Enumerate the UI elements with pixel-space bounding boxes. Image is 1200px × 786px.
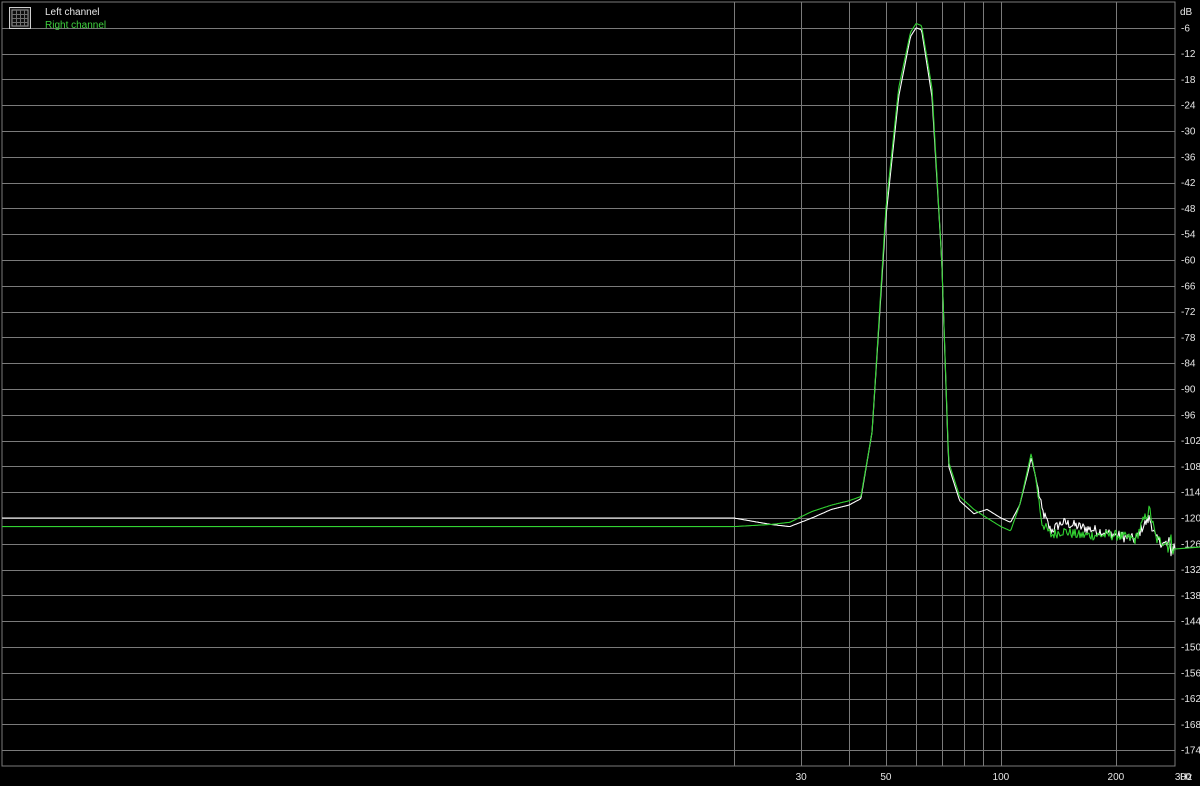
y-tick-label: -150: [1181, 643, 1200, 654]
x-tick-label: 50: [880, 772, 892, 783]
y-tick-label: -102: [1181, 436, 1200, 447]
y-tick-label: -132: [1181, 565, 1200, 576]
x-tick-label: 200: [1108, 772, 1125, 783]
y-tick-label: -168: [1181, 720, 1200, 731]
y-tick-label: -84: [1181, 359, 1196, 370]
y-tick-label: -72: [1181, 307, 1196, 318]
y-tick-label: -144: [1181, 617, 1200, 628]
y-tick-label: -60: [1181, 256, 1196, 267]
legend: Left channel Right channel: [9, 7, 129, 33]
plot-frame: [1, 1, 1176, 767]
legend-left-channel: Left channel: [45, 7, 100, 18]
y-tick-label: -12: [1181, 49, 1196, 60]
legend-right-channel: Right channel: [45, 20, 107, 31]
x-tick-label: 100: [993, 772, 1010, 783]
y-tick-label: -162: [1181, 694, 1200, 705]
spectrum-chart: -6 -12 -18 -24 -30 -36 -42 -48 -54 -60 -66 -72 -78 -8…: [0, 0, 1200, 786]
y-tick-label: -114: [1181, 488, 1200, 499]
graph-icon[interactable]: [9, 7, 31, 29]
y-tick-label: -90: [1181, 385, 1196, 396]
y-tick-label: -78: [1181, 333, 1196, 344]
y-tick-label: -120: [1181, 514, 1200, 525]
y-tick-label: -174: [1181, 746, 1200, 757]
y-tick-label: -66: [1181, 281, 1196, 292]
y-tick-label: -156: [1181, 668, 1200, 679]
y-tick-label: -30: [1181, 127, 1196, 138]
y-tick-label: -36: [1181, 152, 1196, 163]
x-tick-label: 30: [796, 772, 808, 783]
x-unit-label: Hz: [1180, 772, 1193, 783]
y-tick-label: -24: [1181, 101, 1196, 112]
y-tick-label: -54: [1181, 230, 1196, 241]
y-tick-label: -96: [1181, 410, 1196, 421]
y-tick-label: -138: [1181, 591, 1200, 602]
y-unit-label: dB: [1180, 7, 1193, 18]
y-tick-label: -108: [1181, 462, 1200, 473]
y-tick-label: -6: [1181, 23, 1190, 34]
y-tick-label: -42: [1181, 178, 1196, 189]
y-tick-label: -18: [1181, 75, 1196, 86]
y-tick-label: -48: [1181, 204, 1196, 215]
spectrum-plot: -6 -12 -18 -24 -30 -36 -42 -48 -54 -60 -66 -72 -78 -8…: [1, 1, 1200, 783]
